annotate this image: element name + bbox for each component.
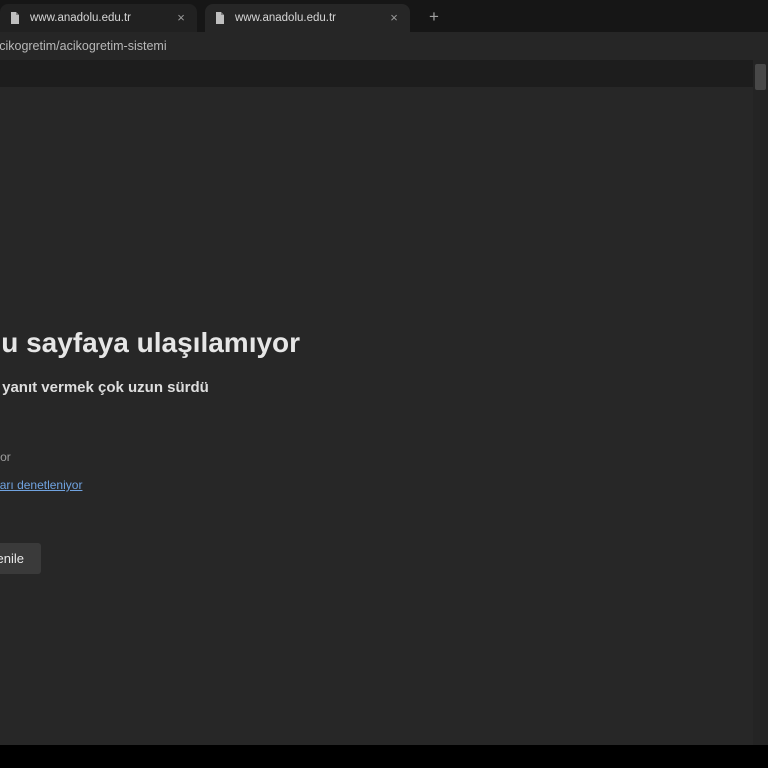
default-page-favicon-icon [213, 11, 227, 25]
default-page-favicon-icon [8, 11, 22, 25]
close-tab-icon[interactable]: × [386, 10, 402, 26]
scrollbar[interactable] [753, 60, 768, 745]
address-bar[interactable]: www.anadolu.edu.tr/acikogretim/acikogret… [0, 32, 768, 60]
checking-connection-text: Bağlantı denetleniyor [0, 450, 11, 464]
close-tab-icon[interactable]: × [173, 10, 189, 26]
tab-title: www.anadolu.edu.tr [235, 12, 337, 24]
scrollbar-thumb[interactable] [755, 64, 766, 90]
error-page: Bu sayfaya ulaşılamıyor www.anadolu.edu.… [0, 87, 768, 745]
tab-title: www.anadolu.edu.tr [30, 12, 132, 24]
url-text[interactable]: www.anadolu.edu.tr/acikogretim/acikogret… [0, 39, 167, 53]
error-title: Bu sayfaya ulaşılamıyor [0, 327, 301, 358]
toolbar-lower-band [0, 60, 768, 87]
browser-tab-2[interactable]: www.anadolu.edu.tr × [205, 4, 410, 32]
browser-window: www.anadolu.edu.tr × www.anadolu.edu.tr … [0, 0, 768, 745]
checking-proxy-firewall-link[interactable]: Proxy ve güvenlik duvarı denetleniyor [0, 478, 82, 492]
browser-tab-1[interactable]: www.anadolu.edu.tr × [0, 4, 197, 32]
new-tab-button[interactable]: + [424, 7, 444, 27]
tab-strip: www.anadolu.edu.tr × www.anadolu.edu.tr … [0, 0, 768, 32]
error-subtitle: www.anadolu.edu.tr yanıt vermek çok uzun… [0, 379, 209, 396]
refresh-button[interactable]: Yenile [0, 543, 41, 574]
